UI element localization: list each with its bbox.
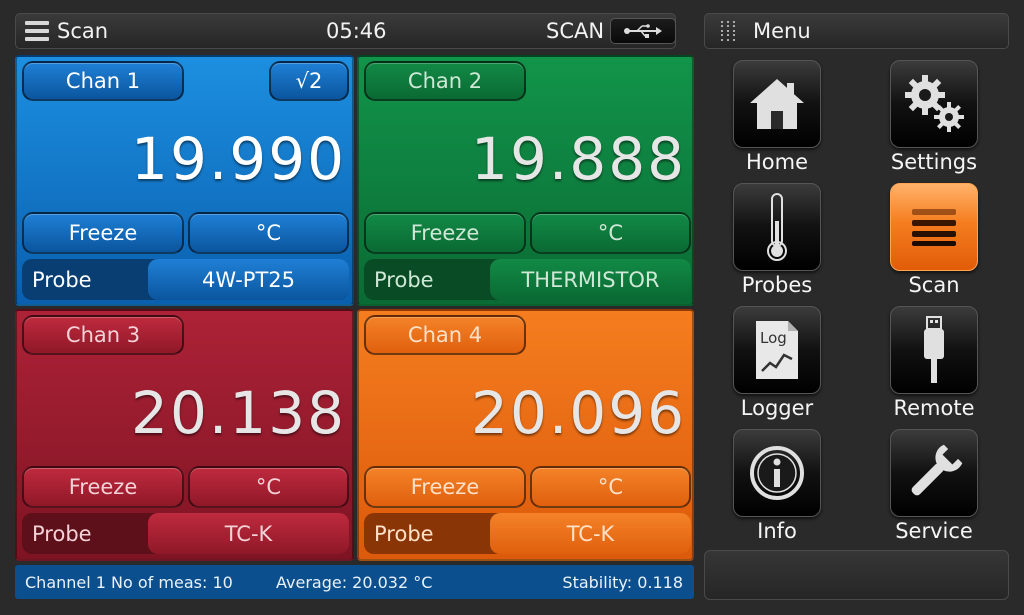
channel-4-button[interactable]: Chan 4 <box>364 315 526 355</box>
info-icon <box>750 446 804 500</box>
menu-settings-button[interactable]: Settings <box>859 60 1009 180</box>
channel-3-unit-button[interactable]: °C <box>188 466 349 508</box>
log-text: Log <box>760 329 787 347</box>
menu-info-label: Info <box>757 519 797 543</box>
grip-icon <box>721 21 735 41</box>
menu-info-button[interactable]: Info <box>702 429 852 549</box>
channel-4-reading: 20.096 <box>471 379 686 447</box>
channel-3-probe-select[interactable]: TC-K <box>148 513 349 554</box>
channel-1-probe-row: Probe 4W-PT25 <box>22 259 349 300</box>
channel-4-probe-select[interactable]: TC-K <box>490 513 691 554</box>
channel-1-reading: 19.990 <box>131 125 346 193</box>
channel-2-freeze-button[interactable]: Freeze <box>364 212 526 254</box>
channel-1-panel: Chan 1 √2 19.990 Freeze °C Probe 4W-PT25 <box>15 55 354 306</box>
stability-value: Stability: 0.118 <box>562 572 683 592</box>
usb-connection-button[interactable] <box>610 18 676 44</box>
mode-indicator: SCAN <box>546 19 605 43</box>
usb-plug-icon <box>924 316 944 383</box>
menu-scan-button[interactable]: Scan <box>859 183 1009 303</box>
channel-3-probe-row: Probe TC-K <box>22 513 349 554</box>
channel-2-probe-row: Probe THERMISTOR <box>364 259 691 300</box>
menu-service-button[interactable]: Service <box>859 429 1009 549</box>
channel-2-probe-select[interactable]: THERMISTOR <box>490 259 691 300</box>
hamburger-icon[interactable] <box>25 21 49 41</box>
message-area <box>704 550 1009 600</box>
channel-4-unit-button[interactable]: °C <box>530 466 691 508</box>
channel-4-freeze-button[interactable]: Freeze <box>364 466 526 508</box>
channel-2-unit-button[interactable]: °C <box>530 212 691 254</box>
menu-remote-button[interactable]: Remote <box>859 306 1009 426</box>
channel-1-unit-button[interactable]: °C <box>188 212 349 254</box>
wrench-icon <box>911 444 963 496</box>
thermometer-icon <box>767 193 787 261</box>
menu-logger-label: Logger <box>740 396 814 420</box>
channel-3-button[interactable]: Chan 3 <box>22 315 184 355</box>
menu-home-button[interactable]: Home <box>702 60 852 180</box>
menu-home-label: Home <box>745 150 808 174</box>
gears-icon <box>905 75 964 132</box>
channel-4-panel: Chan 4 20.096 Freeze °C Probe TC-K <box>357 309 694 561</box>
probe-label: Probe <box>32 267 92 292</box>
menu-probes-label: Probes <box>741 273 813 297</box>
probe-label: Probe <box>374 521 434 546</box>
channel-3-panel: Chan 3 20.138 Freeze °C Probe TC-K <box>15 309 354 561</box>
top-status-bar: Scan 05:46 SCAN <box>15 13 676 49</box>
sqrt2-button[interactable]: √2 <box>269 61 349 101</box>
channel-3-reading: 20.138 <box>131 379 346 447</box>
probe-label: Probe <box>32 521 92 546</box>
menu-scan-label: Scan <box>908 273 960 297</box>
measurement-count: Channel 1 No of meas: 10 <box>25 572 233 592</box>
channel-2-reading: 19.888 <box>471 125 686 193</box>
home-icon <box>750 79 804 129</box>
channel-2-button[interactable]: Chan 2 <box>364 61 526 101</box>
menu-settings-label: Settings <box>890 150 978 174</box>
clock: 05:46 <box>326 19 387 43</box>
channel-3-freeze-button[interactable]: Freeze <box>22 466 184 508</box>
log-file-icon: Log <box>756 321 798 379</box>
channel-1-button[interactable]: Chan 1 <box>22 61 184 101</box>
menu-probes-button[interactable]: Probes <box>702 183 852 303</box>
menu-remote-label: Remote <box>893 396 975 420</box>
channel-4-probe-row: Probe TC-K <box>364 513 691 554</box>
channel-1-probe-select[interactable]: 4W-PT25 <box>148 259 349 300</box>
measurement-status-bar: Channel 1 No of meas: 10 Average: 20.032… <box>15 565 694 599</box>
menu-header: Menu <box>704 13 1009 49</box>
menu-service-label: Service <box>895 519 973 543</box>
channel-1-freeze-button[interactable]: Freeze <box>22 212 184 254</box>
average-value: Average: 20.032 °C <box>276 572 433 592</box>
scan-list-icon <box>912 209 956 246</box>
usb-icon <box>624 24 662 38</box>
probe-label: Probe <box>374 267 434 292</box>
screen-title: Scan <box>57 19 109 43</box>
channel-2-panel: Chan 2 19.888 Freeze °C Probe THERMISTOR <box>357 55 694 306</box>
menu-logger-button[interactable]: Log Logger <box>702 306 852 426</box>
menu-title: Menu <box>753 19 811 43</box>
